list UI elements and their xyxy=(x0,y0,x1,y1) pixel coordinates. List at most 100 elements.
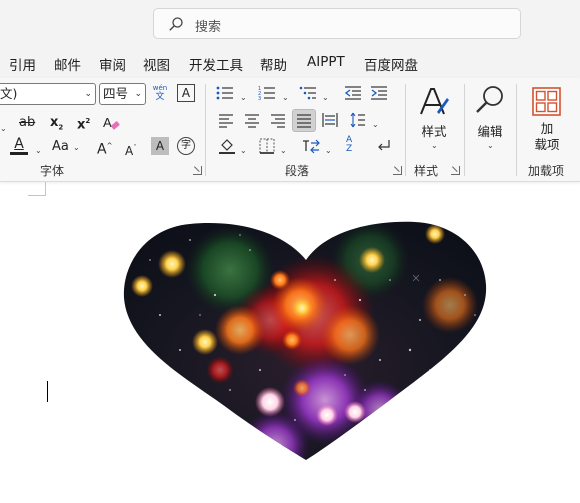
borders-button[interactable] xyxy=(258,137,276,161)
align-center-button[interactable] xyxy=(244,112,260,134)
shrink-font-button[interactable]: Aˇ xyxy=(125,139,137,160)
chevron-down-icon[interactable]: ⌄ xyxy=(240,89,247,107)
align-right-button[interactable] xyxy=(270,112,286,134)
tab-help[interactable]: 帮助 xyxy=(260,54,287,74)
increase-indent-button[interactable] xyxy=(370,85,388,107)
svg-text:A: A xyxy=(103,115,112,130)
addins-label-line1: 加 xyxy=(540,121,554,136)
subscript-button[interactable]: x2 xyxy=(50,114,63,137)
enclose-characters-button[interactable]: 字 xyxy=(177,137,195,155)
font-color-icon: A xyxy=(14,136,24,152)
character-shading-button[interactable]: A xyxy=(151,137,169,155)
chevron-down-icon[interactable]: ⌄ xyxy=(35,142,42,160)
tab-mailings[interactable]: 邮件 xyxy=(54,54,81,81)
font-group-label: 字体 xyxy=(40,164,65,178)
styles-group-label: 样式 xyxy=(414,164,439,178)
change-case-button[interactable]: Aa ⌄ xyxy=(52,138,80,157)
justify-button[interactable] xyxy=(292,109,316,132)
strikethrough-button[interactable]: ab xyxy=(19,114,35,132)
font-size-value: 四号 xyxy=(103,86,129,101)
editing-button[interactable] xyxy=(474,84,506,122)
chevron-down-icon[interactable]: ⌄ xyxy=(240,142,247,160)
decrease-indent-icon xyxy=(344,86,361,100)
sort-z-label: Z xyxy=(346,144,353,154)
chevron-down-icon[interactable]: ⌄ xyxy=(282,89,289,107)
chevron-down-icon[interactable]: ⌄ xyxy=(372,116,379,134)
chevron-down-icon: ⌄ xyxy=(73,143,80,152)
search-placeholder: 搜索 xyxy=(195,20,222,35)
svg-text:3: 3 xyxy=(258,96,261,101)
text-direction-button[interactable] xyxy=(301,137,321,161)
tab-view[interactable]: 视图 xyxy=(143,54,170,74)
paragraph-group-label: 段落 xyxy=(285,164,310,178)
styles-button[interactable] xyxy=(418,86,450,124)
paragraph-mark-icon xyxy=(378,140,390,151)
magnifier-icon xyxy=(476,86,503,113)
shrink-font-icon: A xyxy=(125,144,134,158)
chevron-down-icon[interactable]: ⌄ xyxy=(322,89,329,107)
addins-button-label: 加载项 xyxy=(530,121,564,153)
title-bar: 搜索 xyxy=(0,0,580,46)
group-divider xyxy=(405,84,406,176)
font-color-bar xyxy=(10,152,28,155)
bullets-button[interactable] xyxy=(216,85,234,107)
addins-group-label: 加载项 xyxy=(528,164,565,178)
ribbon: 文) ⌄ 四号 ⌄ wén 文 A ⌄ ab x2 x2 A A ⌄ Aa ⌄ A^… xyxy=(0,78,580,182)
addins-button[interactable] xyxy=(532,87,561,122)
group-divider xyxy=(464,84,465,176)
numbering-icon: 123 xyxy=(258,86,275,102)
chevron-down-icon: ⌄ xyxy=(84,89,92,99)
sort-button[interactable]: AZ xyxy=(346,136,364,154)
tab-references[interactable]: 引用 xyxy=(9,54,36,74)
font-name-dropdown[interactable]: 文) ⌄ xyxy=(0,83,96,105)
heart-bokeh-image[interactable] xyxy=(120,220,490,464)
styles-dialog-launcher-icon[interactable] xyxy=(451,166,460,175)
chevron-down-icon[interactable]: ⌄ xyxy=(325,142,332,160)
font-size-dropdown[interactable]: 四号 ⌄ xyxy=(99,83,146,105)
group-divider xyxy=(205,84,206,176)
styles-icon xyxy=(420,88,449,115)
tab-baidu-netdisk[interactable]: 百度网盘 xyxy=(364,54,418,74)
align-left-icon xyxy=(219,114,233,128)
phonetic-guide-button[interactable]: wén 文 xyxy=(151,84,169,102)
line-spacing-button[interactable] xyxy=(350,112,366,134)
chevron-down-icon[interactable]: ⌄ xyxy=(431,137,438,155)
search-box[interactable]: 搜索 xyxy=(153,8,521,39)
superscript-mark: 2 xyxy=(85,117,91,125)
group-divider xyxy=(516,84,517,176)
clear-formatting-button[interactable]: A xyxy=(102,114,120,138)
clear-formatting-icon: A xyxy=(103,115,120,130)
multilevel-list-button[interactable] xyxy=(299,85,317,107)
decrease-indent-button[interactable] xyxy=(344,85,362,107)
tab-aippt[interactable]: AIPPT xyxy=(307,54,345,70)
character-border-icon: A xyxy=(181,86,191,100)
font-color-button[interactable]: A xyxy=(10,137,28,155)
font-name-value: 文) xyxy=(0,86,18,101)
show-marks-button[interactable] xyxy=(375,137,393,161)
grow-font-icon: A xyxy=(97,141,107,158)
ribbon-tabs: 引用 邮件 审阅 视图 开发工具 帮助 AIPPT 百度网盘 xyxy=(0,46,580,81)
phonetic-char: 文 xyxy=(155,92,165,102)
shading-button[interactable] xyxy=(218,137,236,161)
tab-review[interactable]: 审阅 xyxy=(99,54,126,74)
paint-bucket-icon xyxy=(219,139,235,154)
chevron-down-icon[interactable]: ⌄ xyxy=(487,137,494,155)
align-left-button[interactable] xyxy=(218,112,234,134)
tab-developer[interactable]: 开发工具 xyxy=(189,54,243,74)
numbering-button[interactable]: 123 xyxy=(258,85,276,107)
superscript-button[interactable]: x2 xyxy=(77,112,90,134)
distributed-button[interactable] xyxy=(322,112,338,134)
align-center-icon xyxy=(245,114,259,128)
character-border-button[interactable]: A xyxy=(177,84,195,102)
paragraph-dialog-launcher-icon[interactable] xyxy=(393,166,402,175)
text-direction-icon xyxy=(303,139,320,154)
increase-indent-icon xyxy=(371,86,387,100)
subscript-mark: 2 xyxy=(58,123,64,132)
chevron-down-icon[interactable]: ⌄ xyxy=(0,120,7,138)
change-case-label: Aa xyxy=(52,139,69,154)
chevron-down-icon[interactable]: ⌄ xyxy=(280,142,287,160)
distributed-icon xyxy=(322,113,338,127)
font-dialog-launcher-icon[interactable] xyxy=(193,166,202,175)
page-margin-marker xyxy=(28,182,46,196)
grow-font-button[interactable]: A^ xyxy=(97,137,112,159)
